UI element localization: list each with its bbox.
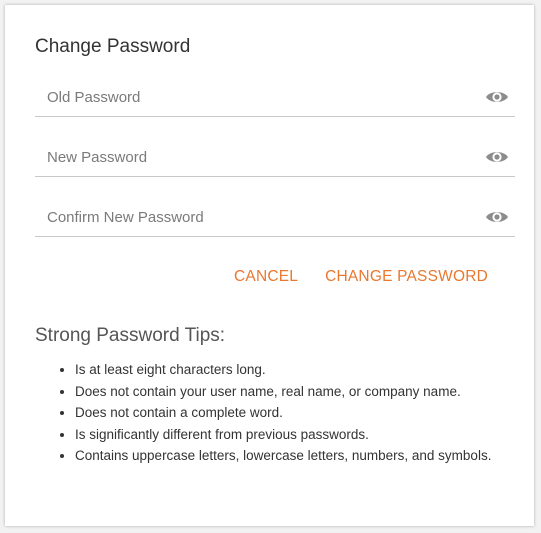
confirm-password-field-container — [35, 199, 515, 237]
old-password-field-container — [35, 79, 515, 117]
list-item: Is at least eight characters long. — [75, 359, 515, 381]
list-item: Contains uppercase letters, lowercase le… — [75, 445, 515, 467]
old-password-input[interactable] — [35, 79, 475, 115]
change-password-card: Change Password CANCEL CHANGE PASSWORD S… — [5, 5, 534, 526]
eye-icon[interactable] — [485, 209, 509, 225]
change-password-button[interactable]: CHANGE PASSWORD — [325, 268, 488, 286]
list-item: Does not contain a complete word. — [75, 402, 515, 424]
cancel-button[interactable]: CANCEL — [234, 268, 298, 286]
tips-heading: Strong Password Tips: — [35, 325, 226, 346]
form-actions: CANCEL CHANGE PASSWORD — [234, 268, 488, 286]
page-title: Change Password — [35, 36, 191, 57]
eye-icon[interactable] — [485, 149, 509, 165]
new-password-field-container — [35, 139, 515, 177]
tips-list: Is at least eight characters long. Does … — [53, 359, 515, 467]
new-password-input[interactable] — [35, 139, 475, 175]
confirm-password-input[interactable] — [35, 199, 475, 235]
eye-icon[interactable] — [485, 89, 509, 105]
list-item: Is significantly different from previous… — [75, 424, 515, 446]
list-item: Does not contain your user name, real na… — [75, 381, 515, 403]
